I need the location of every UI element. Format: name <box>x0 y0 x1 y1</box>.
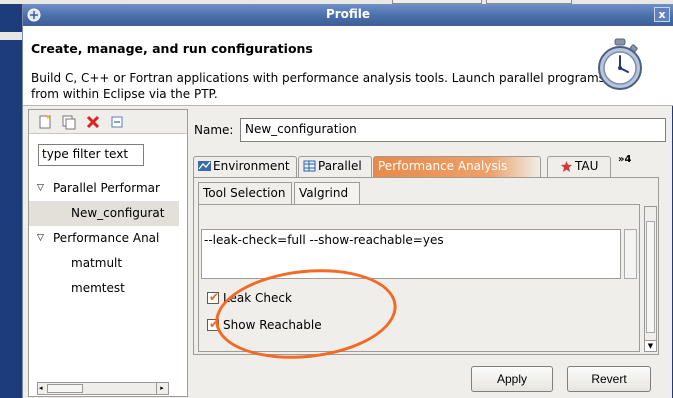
name-label: Name: <box>194 123 234 137</box>
scroll-right-icon[interactable]: ▸ <box>156 383 167 394</box>
dialog-header: Create, manage, and run configurations B… <box>23 26 673 106</box>
expanded-arrow-icon[interactable]: ▽ <box>37 226 44 251</box>
title-bar[interactable]: Profile x <box>23 4 673 26</box>
configuration-tree: ▽ Parallel Performar New_configurat ▽ Pe… <box>29 176 179 301</box>
tree-item-performance-analysis[interactable]: ▽ Performance Anal <box>29 226 179 251</box>
valgrind-arguments-field[interactable]: --leak-check=full --show-reachable=yes <box>201 229 621 279</box>
check-mark-icon: ✔ <box>209 317 220 331</box>
header-title: Create, manage, and run configurations <box>31 41 313 56</box>
stopwatch-icon <box>598 38 642 90</box>
scroll-left-icon[interactable]: ◂ <box>39 383 45 394</box>
tab-label: Environment <box>213 159 290 173</box>
tree-item-matmult[interactable]: matmult <box>29 251 179 276</box>
tab-parallel[interactable]: Parallel <box>298 156 372 177</box>
revert-button[interactable]: Revert <box>567 366 651 392</box>
window-title: Profile <box>325 7 371 21</box>
tab-performance-analysis[interactable]: Performance Analysis <box>373 156 541 177</box>
expanded-arrow-icon[interactable]: ▽ <box>37 176 44 201</box>
parallel-icon <box>303 160 316 172</box>
vertical-scrollbar[interactable]: ▼ <box>644 206 657 352</box>
new-config-icon[interactable] <box>37 114 53 130</box>
tab-label: Parallel <box>318 159 362 173</box>
close-button[interactable]: x <box>654 7 670 22</box>
parent-window-edge <box>0 32 22 40</box>
subtab-valgrind[interactable]: Valgrind <box>294 182 360 204</box>
configuration-list-panel: type filter text ▽ Parallel Performar Ne… <box>28 109 188 397</box>
tree-item-label: memtest <box>71 281 125 295</box>
scroll-down-icon[interactable]: ▼ <box>645 340 656 351</box>
header-description: Build C, C++ or Fortran applications wit… <box>31 71 605 101</box>
name-field[interactable]: New_configuration <box>240 118 666 142</box>
checkbox-label: Show Reachable <box>223 318 322 332</box>
tree-item-label: Parallel Performar <box>53 181 160 195</box>
tau-icon <box>561 161 572 172</box>
delete-icon[interactable] <box>85 114 101 130</box>
tab-tau[interactable]: TAU <box>547 156 611 177</box>
tree-item-parallel-performance[interactable]: ▽ Parallel Performar <box>29 176 179 201</box>
filter-input[interactable]: type filter text <box>38 144 144 166</box>
checkbox-box[interactable]: ✔ <box>207 317 220 331</box>
tab-label: TAU <box>575 159 599 173</box>
tree-item-label: matmult <box>71 256 123 270</box>
profile-dialog: Profile x Create, manage, and run config… <box>22 4 673 398</box>
apply-button[interactable]: Apply <box>471 366 553 392</box>
collapse-all-icon[interactable] <box>109 114 125 130</box>
tab-label: Performance Analysis <box>378 159 508 173</box>
scrollbar-thumb[interactable] <box>646 221 655 333</box>
arguments-scrollbar[interactable] <box>624 229 637 279</box>
environment-icon <box>198 161 211 171</box>
horizontal-scrollbar[interactable]: ◂ ▸ <box>37 382 169 395</box>
check-mark-icon: ✔ <box>209 290 220 304</box>
desktop-background-left <box>0 4 22 398</box>
configuration-tabs: Environment Parallel Performance Analysi… <box>193 156 657 177</box>
tree-item-label: Performance Anal <box>53 231 160 245</box>
subtab-tool-selection[interactable]: Tool Selection <box>198 182 292 204</box>
configuration-toolbar <box>29 110 187 134</box>
duplicate-icon[interactable] <box>61 114 77 130</box>
more-tabs-indicator[interactable]: »4 <box>618 154 631 165</box>
checkbox-label: Leak Check <box>223 291 292 305</box>
checkbox-box[interactable]: ✔ <box>207 290 220 304</box>
tree-item-label: New_configurat <box>71 206 165 220</box>
valgrind-settings: --leak-check=full --show-reachable=yes ✔… <box>198 204 640 352</box>
tree-item-new-configuration[interactable]: New_configurat <box>29 201 179 226</box>
scrollbar-thumb[interactable] <box>47 384 83 393</box>
tree-item-memtest[interactable]: memtest <box>29 276 179 301</box>
performance-analysis-panel: Tool Selection Valgrind --leak-check=ful… <box>193 177 659 355</box>
tab-environment[interactable]: Environment <box>193 156 297 177</box>
